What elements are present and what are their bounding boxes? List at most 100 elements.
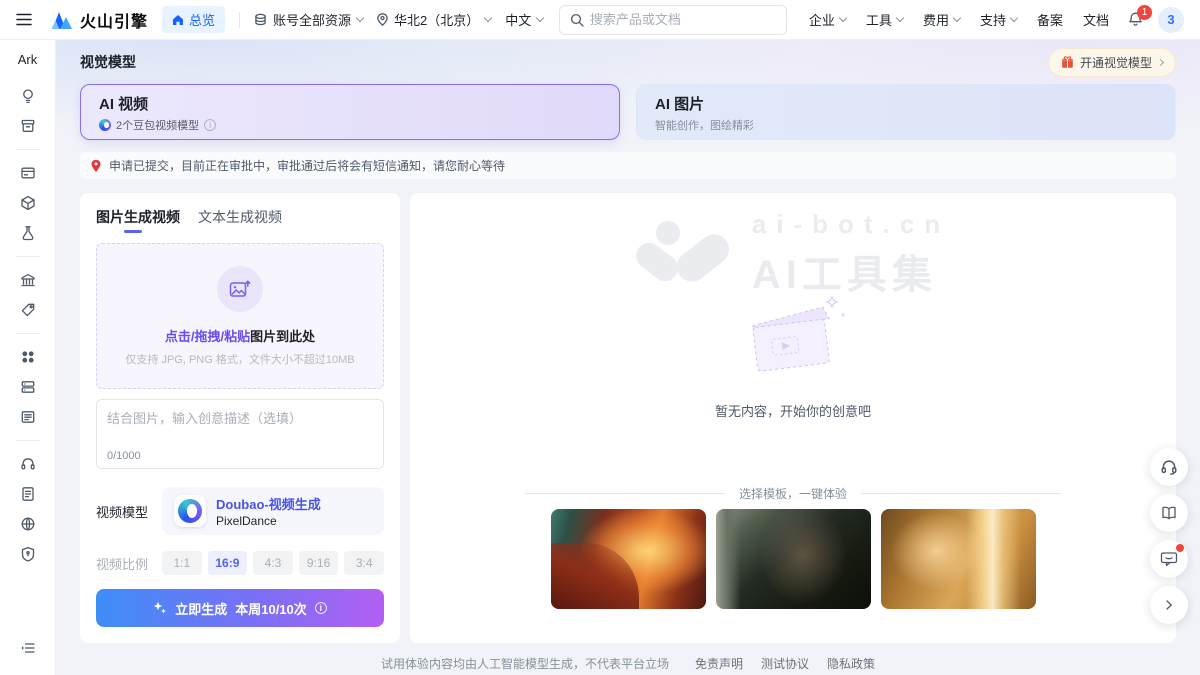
sidebar-item-lightbulb[interactable]: [12, 81, 44, 111]
upload-hint: 仅支持 JPG, PNG 格式，文件大小不超过10MB: [125, 351, 354, 367]
chevron-down-icon: [356, 14, 364, 22]
globe-icon: [20, 516, 36, 532]
ratio-option-1-1[interactable]: 1:1: [162, 551, 202, 575]
brand-logo[interactable]: 火山引擎: [50, 8, 148, 32]
expand-fab[interactable]: [1150, 586, 1188, 624]
approval-notice: 申请已提交，目前正在审批中，审批通过后将会有短信通知，请您耐心等待: [80, 152, 1176, 179]
chevron-right-icon: [1157, 58, 1164, 65]
user-avatar[interactable]: 3: [1158, 7, 1184, 33]
card-icon: [20, 165, 36, 181]
tab-text-to-video[interactable]: 文本生成视频: [198, 207, 282, 233]
model-info: Doubao-视频生成 PixelDance: [216, 494, 321, 528]
search-input[interactable]: [590, 12, 776, 27]
template-divider: 选择模板，一键体验: [410, 485, 1176, 502]
ratio-label: 视频比例: [96, 554, 150, 573]
ratio-option-4-3[interactable]: 4:3: [253, 551, 293, 575]
sidebar-item-globe[interactable]: [12, 509, 44, 539]
sidebar-item-card[interactable]: [12, 158, 44, 188]
sidebar-item-support[interactable]: [12, 449, 44, 479]
open-visual-model-label: 开通视觉模型: [1080, 54, 1152, 71]
nav-menu-billing[interactable]: 费用: [923, 10, 960, 29]
chevron-down-icon: [484, 14, 492, 22]
sidebar-item-server[interactable]: [12, 372, 44, 402]
result-canvas: ai-bot.cn AI工具集: [410, 193, 1176, 643]
ai-image-card[interactable]: AI 图片 智能创作，图绘精彩: [636, 84, 1176, 140]
ai-bot-logo-icon: [636, 219, 732, 291]
nav-menu-beian[interactable]: 备案: [1037, 10, 1063, 29]
sidebar-item-apps[interactable]: [12, 342, 44, 372]
top-navbar: 火山引擎 总览 账号全部资源 华北2（北京） 中文 企业 工具 费用: [0, 0, 1200, 40]
sidebar-collapse-button[interactable]: [12, 633, 44, 663]
video-model-select[interactable]: Doubao-视频生成 PixelDance: [162, 487, 384, 535]
search-icon: [570, 13, 584, 27]
app-root: 火山引擎 总览 账号全部资源 华北2（北京） 中文 企业 工具 费用: [0, 0, 1200, 675]
ai-video-card[interactable]: AI 视频 2个豆包视频模型: [80, 84, 620, 140]
sidebar-item-cube[interactable]: [12, 188, 44, 218]
watermark: ai-bot.cn AI工具集: [410, 209, 1176, 300]
sparkle-icon: [153, 601, 167, 615]
model-row: 视频模型 Doubao-视频生成 PixelDance: [96, 487, 384, 535]
feedback-fab[interactable]: [1150, 540, 1188, 578]
sidebar-item-document[interactable]: [12, 479, 44, 509]
flask-icon: [20, 225, 36, 241]
sidebar-item-shield[interactable]: [12, 539, 44, 569]
template-thumbnail-golden-child[interactable]: [881, 509, 1036, 609]
footer-link-test-agreement[interactable]: 测试协议: [761, 655, 809, 672]
generate-button[interactable]: 立即生成 本周10/10次: [96, 589, 384, 627]
search-box[interactable]: [559, 5, 787, 35]
nav-language[interactable]: 中文: [505, 10, 543, 29]
page-title: 视觉模型: [80, 52, 136, 72]
open-book-icon: [1160, 504, 1178, 522]
nav-account-resources[interactable]: 账号全部资源: [254, 10, 363, 29]
divider: [525, 493, 725, 494]
menu-label: 文档: [1083, 10, 1109, 29]
hamburger-menu-icon[interactable]: [16, 13, 32, 26]
footer-link-disclaimer[interactable]: 免责声明: [695, 655, 743, 672]
ratio-options: 1:1 16:9 4:3 9:16 3:4: [162, 551, 384, 575]
ai-video-subtitle-row: 2个豆包视频模型: [99, 117, 601, 133]
docs-fab[interactable]: [1150, 494, 1188, 532]
upload-dropzone[interactable]: 点击/拖拽/粘贴图片到此处 仅支持 JPG, PNG 格式，文件大小不超过10M…: [96, 243, 384, 389]
ai-video-subtitle: 2个豆包视频模型: [116, 117, 199, 133]
prompt-input[interactable]: [107, 408, 373, 450]
sidebar-item-tag[interactable]: [12, 295, 44, 325]
tab-image-to-video[interactable]: 图片生成视频: [96, 207, 180, 233]
template-thumbnail-dark-portrait[interactable]: [716, 509, 871, 609]
ratio-row: 视频比例 1:1 16:9 4:3 9:16 3:4: [96, 551, 384, 575]
image-upload-icon: [229, 279, 251, 299]
ratio-option-9-16[interactable]: 9:16: [299, 551, 339, 575]
sidebar-item-bank[interactable]: [12, 265, 44, 295]
generation-panel: 图片生成视频 文本生成视频 点击/拖拽/粘贴图片到此处 仅支持 JPG, PNG…: [80, 193, 400, 643]
nav-overview-label: 总览: [189, 10, 215, 29]
generate-label: 立即生成: [175, 599, 227, 618]
nav-menu-support[interactable]: 支持: [980, 10, 1017, 29]
sidebar-item-server-list[interactable]: [12, 402, 44, 432]
upload-title-highlight: 点击/拖拽/粘贴: [165, 329, 250, 344]
content-row: 图片生成视频 文本生成视频 点击/拖拽/粘贴图片到此处 仅支持 JPG, PNG…: [80, 193, 1176, 643]
clapperboard-illustration: [728, 289, 858, 385]
model-logo-box: [174, 495, 206, 527]
nav-menu-enterprise[interactable]: 企业: [809, 10, 846, 29]
nav-region[interactable]: 华北2（北京）: [377, 10, 491, 29]
nav-menu-tools[interactable]: 工具: [866, 10, 903, 29]
nav-overview[interactable]: 总览: [162, 6, 225, 33]
menu-label: 支持: [980, 10, 1006, 29]
nav-menu-docs[interactable]: 文档: [1083, 10, 1109, 29]
collapse-list-icon: [20, 640, 36, 656]
sidebar-item-archive[interactable]: [12, 111, 44, 141]
chevron-down-icon: [1010, 14, 1018, 22]
sidebar-item-flask[interactable]: [12, 218, 44, 248]
notification-bell[interactable]: 1: [1127, 11, 1144, 28]
open-visual-model-button[interactable]: 开通视觉模型: [1048, 48, 1176, 77]
ratio-option-16-9[interactable]: 16:9: [208, 551, 248, 575]
ratio-option-3-4[interactable]: 3:4: [344, 551, 384, 575]
character-counter: 0/1000: [107, 450, 373, 462]
floating-toolbar: [1150, 448, 1188, 624]
footer-links: 免责声明 测试协议 隐私政策: [695, 655, 875, 672]
support-fab[interactable]: [1150, 448, 1188, 486]
upload-title: 点击/拖拽/粘贴图片到此处: [165, 326, 315, 345]
footer-link-privacy[interactable]: 隐私政策: [827, 655, 875, 672]
watermark-line1: ai-bot.cn: [752, 209, 950, 240]
template-thumbnail-city-car[interactable]: [551, 509, 706, 609]
empty-state: 暂无内容，开始你的创意吧: [410, 289, 1176, 420]
